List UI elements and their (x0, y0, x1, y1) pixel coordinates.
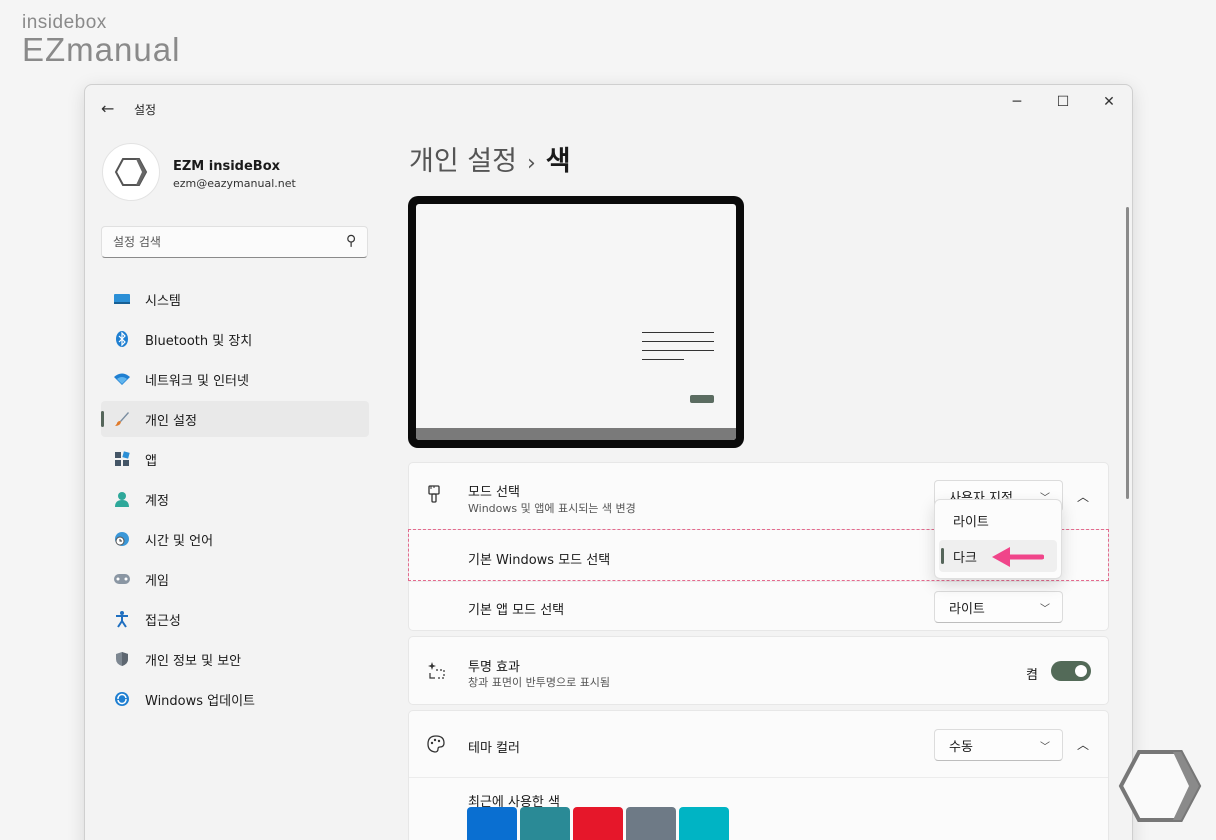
wifi-icon (113, 370, 131, 388)
preview-line (642, 332, 714, 333)
hexagon-logo-icon (114, 158, 148, 186)
chevron-down-icon: ﹀ (1040, 742, 1050, 753)
minimize-button[interactable]: ─ (994, 85, 1040, 119)
watermark-line2: EZmanual (22, 31, 181, 68)
app-mode-dropdown[interactable]: 라이트 ﹀ (934, 591, 1063, 623)
row-divider (409, 777, 1108, 778)
transparency-subtitle: 창과 표면이 반투명으로 표시됨 (468, 676, 611, 689)
sidebar-item-label: 앱 (145, 453, 157, 469)
apps-icon (113, 450, 131, 468)
sidebar-item-personalization[interactable]: 개인 설정 (101, 401, 369, 437)
profile-email: ezm@eazymanual.net (173, 177, 296, 190)
transparency-toggle[interactable] (1051, 661, 1091, 681)
sidebar-item-gaming[interactable]: 게임 (101, 561, 369, 597)
sidebar-item-time-language[interactable]: 시간 및 언어 (101, 521, 369, 557)
globe-clock-icon (113, 530, 131, 548)
sidebar-item-privacy[interactable]: 개인 정보 및 보안 (101, 641, 369, 677)
preview-line (642, 341, 714, 342)
avatar[interactable] (102, 143, 160, 201)
menu-option-light[interactable]: 라이트 (939, 504, 1057, 536)
theme-color-dropdown[interactable]: 수동 ﹀ (934, 729, 1063, 761)
preview-taskbar (416, 428, 736, 440)
app-mode-label: 기본 앱 모드 선택 (468, 603, 565, 618)
chevron-up-icon[interactable]: ︿ (1077, 736, 1089, 753)
sidebar-item-label: 시스템 (145, 293, 181, 309)
search-input[interactable] (102, 227, 322, 257)
theme-color-dropdown-value: 수동 (949, 739, 973, 755)
sidebar-item-apps[interactable]: 앱 (101, 441, 369, 477)
mode-subtitle: Windows 및 앱에 표시되는 색 변경 (468, 502, 636, 515)
mode-title: 모드 선택 (468, 485, 520, 500)
transparency-title: 투명 효과 (468, 660, 520, 675)
back-arrow-icon[interactable]: ← (101, 99, 114, 118)
pointer-arrow-icon (992, 547, 1044, 567)
monitor-icon (113, 290, 131, 308)
window-title: 설정 (134, 103, 157, 117)
profile-name: EZM insideBox (173, 159, 281, 174)
toggle-knob (1075, 665, 1087, 677)
color-swatch[interactable] (679, 807, 729, 840)
sidebar-item-label: 개인 설정 (145, 413, 197, 429)
sidebar-item-accounts[interactable]: 계정 (101, 481, 369, 517)
sidebar-item-label: 게임 (145, 573, 169, 589)
chevron-up-icon[interactable]: ︿ (1077, 488, 1089, 505)
transparency-state-label: 켬 (1026, 668, 1038, 683)
chevron-down-icon: ﹀ (1040, 604, 1050, 615)
page-title: 색 (545, 146, 571, 177)
transparency-card: 투명 효과 창과 표면이 반투명으로 표시됨 켬 (408, 636, 1109, 705)
person-icon (113, 490, 131, 508)
sidebar-item-network[interactable]: 네트워크 및 인터넷 (101, 361, 369, 397)
brush-icon (427, 485, 441, 507)
sidebar-item-system[interactable]: 시스템 (101, 281, 369, 317)
paintbrush-icon (113, 410, 131, 428)
preview-accent-button (690, 395, 714, 403)
theme-color-title: 테마 컬러 (468, 741, 520, 756)
sidebar-item-label: Windows 업데이트 (145, 693, 256, 709)
update-icon (113, 690, 131, 708)
title-bar: ← 설정 ─ ☐ ✕ (85, 85, 1132, 131)
breadcrumb-separator: › (526, 151, 536, 176)
shield-icon (113, 650, 131, 668)
color-swatch[interactable] (573, 807, 623, 840)
hexagon-watermark-icon (1118, 750, 1202, 822)
palette-icon (427, 735, 445, 757)
sidebar-nav: 시스템 Bluetooth 및 장치 네트워크 및 인터넷 개인 설정 앱 계정… (101, 281, 369, 721)
breadcrumb: 개인 설정 › 색 (409, 139, 571, 178)
sidebar-item-label: 계정 (145, 493, 169, 509)
accessibility-icon (113, 610, 131, 628)
maximize-button[interactable]: ☐ (1040, 85, 1086, 119)
color-swatch[interactable] (520, 807, 570, 840)
color-swatch[interactable] (467, 807, 517, 840)
preview-line (642, 350, 714, 351)
sidebar-item-bluetooth[interactable]: Bluetooth 및 장치 (101, 321, 369, 357)
settings-window: ← 설정 ─ ☐ ✕ EZM insideBox ezm@eazymanual.… (84, 84, 1133, 840)
sparkle-icon (427, 661, 445, 683)
row-divider (409, 581, 1108, 582)
theme-color-card: 테마 컬러 수동 ﹀ ︿ 최근에 사용한 색 (408, 710, 1109, 840)
watermark-logo: insidebox EZmanual (22, 12, 180, 69)
scrollbar[interactable] (1126, 207, 1129, 499)
recent-colors (467, 807, 732, 840)
sidebar-item-label: 시간 및 언어 (145, 533, 214, 549)
close-button[interactable]: ✕ (1086, 85, 1132, 119)
theme-preview (408, 196, 744, 448)
color-swatch[interactable] (626, 807, 676, 840)
search-icon[interactable]: ⚲ (346, 233, 356, 249)
sidebar-item-label: Bluetooth 및 장치 (145, 333, 253, 349)
preview-screen (416, 204, 736, 440)
bluetooth-icon (113, 330, 131, 348)
sidebar-item-accessibility[interactable]: 접근성 (101, 601, 369, 637)
app-mode-dropdown-value: 라이트 (949, 601, 985, 617)
sidebar-item-windows-update[interactable]: Windows 업데이트 (101, 681, 369, 717)
search-box[interactable]: ⚲ (101, 226, 368, 258)
preview-line (642, 359, 684, 360)
caption-buttons: ─ ☐ ✕ (994, 85, 1132, 119)
sidebar-item-label: 개인 정보 및 보안 (145, 653, 242, 669)
sidebar-item-label: 접근성 (145, 613, 181, 629)
breadcrumb-parent[interactable]: 개인 설정 (409, 146, 517, 177)
gamepad-icon (113, 570, 131, 588)
sidebar-item-label: 네트워크 및 인터넷 (145, 373, 249, 389)
